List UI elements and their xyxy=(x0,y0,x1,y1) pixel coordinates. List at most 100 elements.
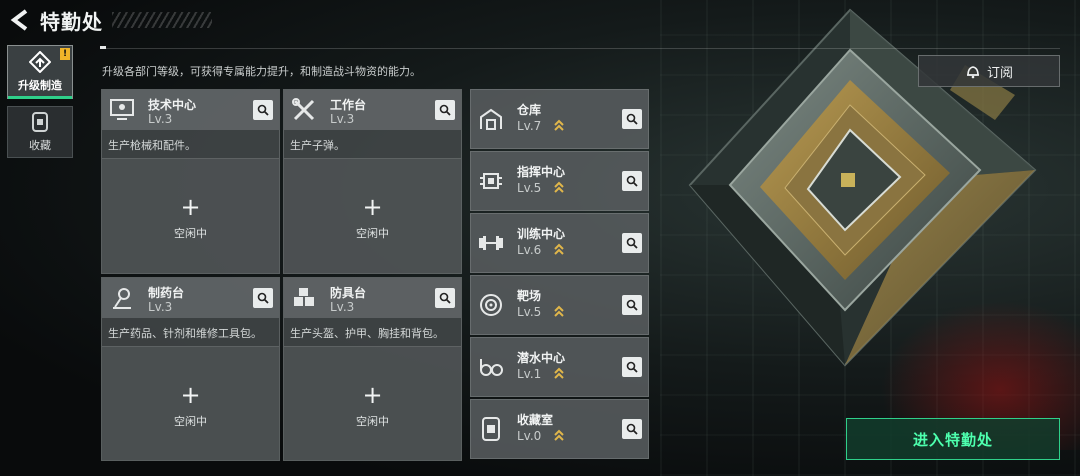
upgrade-available-icon xyxy=(554,119,564,131)
add-icon: + xyxy=(362,193,383,221)
upgrade-icon xyxy=(29,51,51,73)
facility-name: 工作台 xyxy=(330,98,367,112)
room-detail-button[interactable] xyxy=(622,109,642,129)
facility-card-pharmacy[interactable]: 制药台 Lv.3 生产药品、针剂和维修工具包。 + 空闲中 xyxy=(101,277,280,461)
room-detail-button[interactable] xyxy=(622,233,642,253)
search-icon xyxy=(626,299,638,311)
room-name: 训练中心 xyxy=(517,227,566,241)
back-button[interactable] xyxy=(8,7,34,33)
tab-upgrade-craft[interactable]: 升级制造 ! xyxy=(7,45,73,99)
facility-level: Lv.3 xyxy=(330,300,355,314)
facility-card-header: 技术中心 Lv.3 xyxy=(102,90,279,130)
upgrade-available-icon xyxy=(554,243,564,255)
slot-status: 空闲中 xyxy=(356,227,389,240)
facility-name: 防具台 xyxy=(330,286,367,300)
add-icon: + xyxy=(180,381,201,409)
facility-description: 生产药品、针剂和维修工具包。 xyxy=(108,327,262,340)
room-detail-button[interactable] xyxy=(622,295,642,315)
room-name: 潜水中心 xyxy=(517,351,566,365)
facility-detail-button[interactable] xyxy=(435,100,455,120)
facility-detail-button[interactable] xyxy=(253,288,273,308)
target-icon xyxy=(477,291,505,319)
search-icon xyxy=(626,237,638,249)
production-slot[interactable]: + 空闲中 xyxy=(102,346,279,460)
collection-icon xyxy=(32,112,48,132)
room-detail-button[interactable] xyxy=(622,419,642,439)
facility-card-header: 防具台 Lv.3 xyxy=(284,278,461,318)
microscope-icon xyxy=(108,284,136,312)
search-icon xyxy=(626,361,638,373)
room-command-center[interactable]: 指挥中心 Lv.5 xyxy=(470,151,649,211)
room-collection-vault[interactable]: 收藏室 Lv.0 xyxy=(470,399,649,459)
title-decoration xyxy=(112,12,212,28)
bell-icon xyxy=(966,66,979,79)
room-shooting-range[interactable]: 靶场 Lv.5 xyxy=(470,275,649,335)
facility-detail-button[interactable] xyxy=(253,100,273,120)
room-training-center[interactable]: 训练中心 Lv.6 xyxy=(470,213,649,273)
upgrade-available-icon xyxy=(554,429,564,441)
facility-description: 生产头盔、护甲、胸挂和背包。 xyxy=(290,327,444,340)
room-level: Lv.6 xyxy=(517,243,542,257)
search-icon xyxy=(257,104,269,116)
upgrade-available-icon xyxy=(554,305,564,317)
room-level: Lv.5 xyxy=(517,305,542,319)
section-description: 升级各部门等级，可获得专属能力提升，和制造战斗物资的能力。 xyxy=(102,65,421,78)
header-divider-mark xyxy=(100,46,106,49)
page-title: 特勤处 xyxy=(40,10,103,34)
production-slot[interactable]: + 空闲中 xyxy=(102,158,279,273)
room-diving-center[interactable]: 潜水中心 Lv.1 xyxy=(470,337,649,397)
vault-icon xyxy=(477,415,505,443)
room-detail-button[interactable] xyxy=(622,357,642,377)
room-level: Lv.0 xyxy=(517,429,542,443)
search-icon xyxy=(257,292,269,304)
facility-description: 生产枪械和配件。 xyxy=(108,139,196,152)
search-icon xyxy=(439,104,451,116)
room-warehouse[interactable]: 仓库 Lv.7 xyxy=(470,89,649,149)
facility-detail-button[interactable] xyxy=(435,288,455,308)
room-name: 收藏室 xyxy=(517,413,554,427)
room-level: Lv.1 xyxy=(517,367,542,381)
production-slot[interactable]: + 空闲中 xyxy=(284,158,461,273)
room-name: 仓库 xyxy=(517,103,542,117)
slot-status: 空闲中 xyxy=(356,415,389,428)
facility-card-workbench[interactable]: 工作台 Lv.3 生产子弹。 + 空闲中 xyxy=(283,89,462,274)
facility-description: 生产子弹。 xyxy=(290,139,345,152)
add-icon: + xyxy=(362,381,383,409)
facility-level: Lv.3 xyxy=(148,300,173,314)
add-icon: + xyxy=(180,193,201,221)
back-arrow-icon xyxy=(10,9,28,31)
upgrade-available-icon xyxy=(554,367,564,379)
facility-name: 技术中心 xyxy=(148,98,197,112)
production-slot[interactable]: + 空闲中 xyxy=(284,346,461,460)
facility-card-tech-center[interactable]: 技术中心 Lv.3 生产枪械和配件。 + 空闲中 xyxy=(101,89,280,274)
upgrade-available-icon xyxy=(554,181,564,193)
tab-collection[interactable]: 收藏 xyxy=(7,106,73,158)
monitor-icon xyxy=(108,96,136,124)
room-level: Lv.5 xyxy=(517,181,542,195)
header-divider xyxy=(100,48,1060,49)
room-level: Lv.7 xyxy=(517,119,542,133)
search-icon xyxy=(626,423,638,435)
room-name: 指挥中心 xyxy=(517,165,566,179)
facility-card-armory[interactable]: 防具台 Lv.3 生产头盔、护甲、胸挂和背包。 + 空闲中 xyxy=(283,277,462,461)
enter-button-label: 进入特勤处 xyxy=(912,430,993,449)
tab-collection-label: 收藏 xyxy=(29,139,51,152)
tab-upgrade-craft-label: 升级制造 xyxy=(18,79,62,92)
search-icon xyxy=(626,175,638,187)
warehouse-icon xyxy=(477,105,505,133)
active-tab-indicator xyxy=(8,96,72,99)
facility-card-header: 制药台 Lv.3 xyxy=(102,278,279,318)
tools-icon xyxy=(290,96,318,124)
facility-level: Lv.3 xyxy=(148,112,173,126)
slot-status: 空闲中 xyxy=(174,415,207,428)
enter-special-ops-button[interactable]: 进入特勤处 xyxy=(846,418,1060,460)
facility-card-header: 工作台 Lv.3 xyxy=(284,90,461,130)
subscribe-label: 订阅 xyxy=(986,65,1013,81)
top-bar: 特勤处 xyxy=(0,0,1080,40)
subscribe-button[interactable]: 订阅 xyxy=(918,55,1060,87)
slot-status: 空闲中 xyxy=(174,227,207,240)
dumbbell-icon xyxy=(477,229,505,257)
room-detail-button[interactable] xyxy=(622,171,642,191)
armor-icon xyxy=(290,284,318,312)
search-icon xyxy=(439,292,451,304)
